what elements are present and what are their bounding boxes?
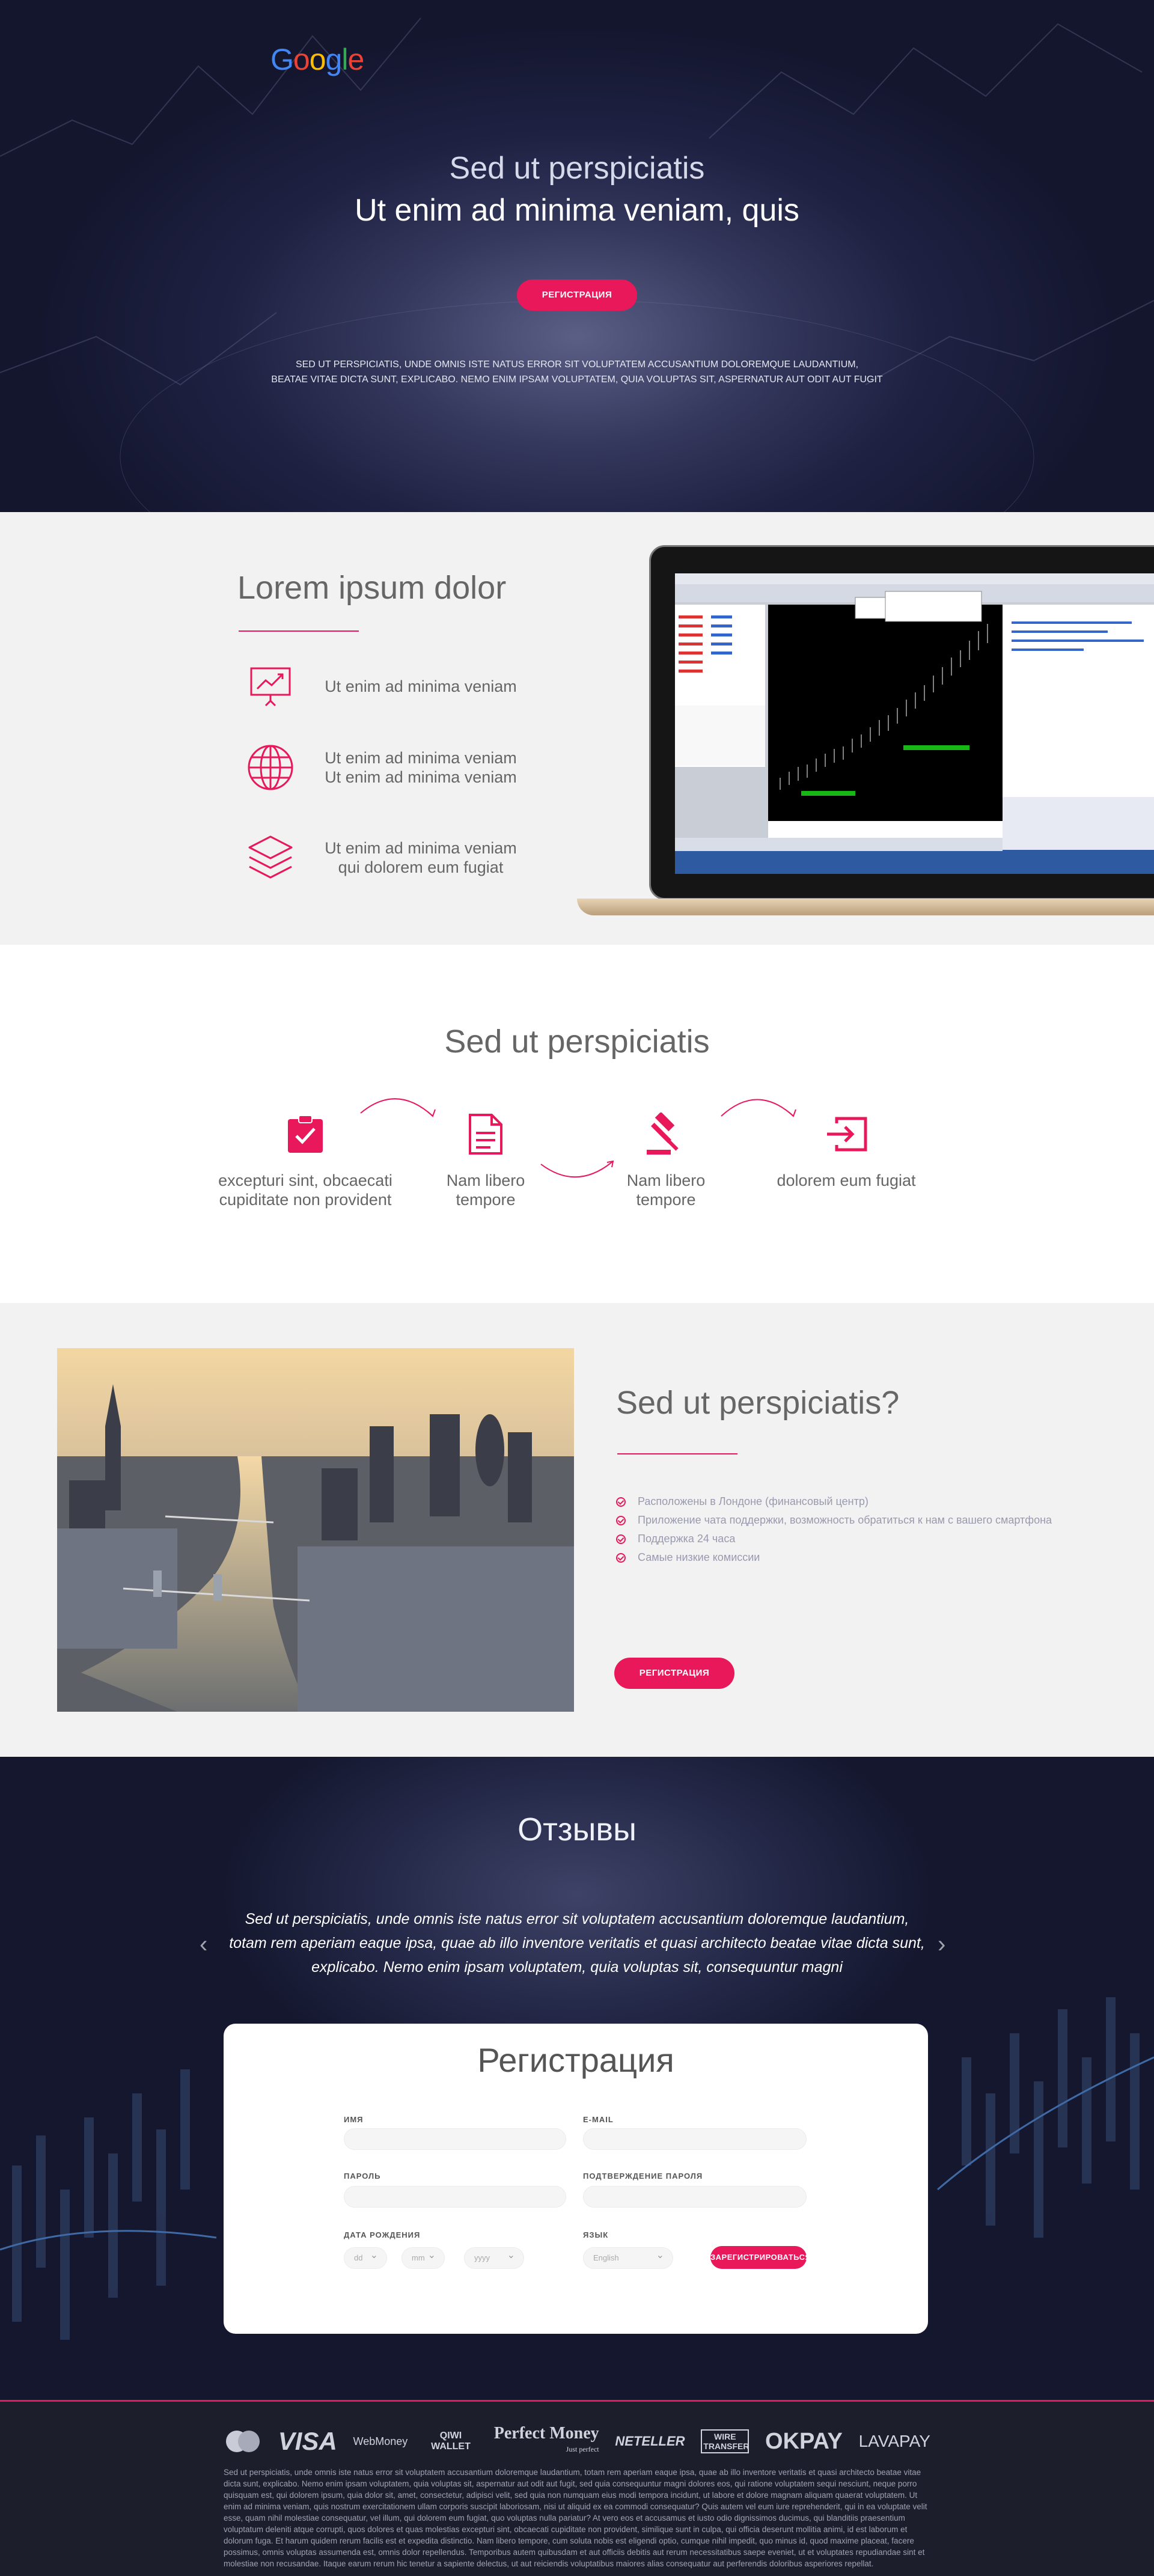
email-label: E-MAIL xyxy=(583,2115,614,2124)
chevron-left-icon[interactable]: ‹ xyxy=(200,1931,207,1958)
laptop-screen xyxy=(649,545,1154,900)
review-quote: Sed ut perspiciatis, unde omnis iste nat… xyxy=(228,1907,926,1979)
qiwi-logo: QIWI WALLET xyxy=(431,2431,471,2452)
password-field[interactable] xyxy=(344,2186,566,2208)
list-item: Приложение чата поддержки, возможность о… xyxy=(616,1511,1052,1530)
feature-text: Ut enim ad minima veniam xyxy=(325,768,517,786)
about-register-button[interactable]: РЕГИСТРАЦИЯ xyxy=(614,1658,734,1689)
feature-item: Ut enim ad minima veniam Ut enim ad mini… xyxy=(243,740,544,795)
features-section: Lorem ipsum dolor Ut enim ad minima veni… xyxy=(0,512,1154,945)
perfect-money-tagline: Just perfect xyxy=(566,2445,599,2453)
perfect-money-text: Perfect Money xyxy=(493,2424,599,2443)
language-select[interactable]: English xyxy=(583,2245,673,2269)
check-circle-icon xyxy=(616,1497,626,1507)
about-divider xyxy=(617,1453,737,1454)
confirm-password-label: ПОДТВЕРЖДЕНИЕ ПАРОЛЯ xyxy=(583,2172,703,2181)
footer-disclaimer: Sed ut perspiciatis, unde omnis iste nat… xyxy=(224,2468,927,2568)
feature-item: Ut enim ad minima veniam xyxy=(243,659,544,713)
hero-section: Google Sed ut perspiciatis Ut enim ad mi… xyxy=(0,0,1154,512)
payment-methods: VISA WebMoney QIWI WALLET Perfect Money … xyxy=(224,2424,930,2457)
mastercard-logo xyxy=(224,2429,262,2453)
chevron-right-icon[interactable]: › xyxy=(938,1931,945,1958)
step-text: tempore xyxy=(636,1191,696,1209)
feature-text: qui dolorem eum fugiat xyxy=(338,858,504,876)
name-field[interactable] xyxy=(344,2128,566,2150)
lavapay-logo: LAVAPAY xyxy=(858,2432,930,2450)
london-aerial-photo xyxy=(57,1348,574,1712)
hero-description-line-2: BEATAE VITAE DICTA SUNT, EXPLICABO. NEMO… xyxy=(271,374,883,385)
review-quote-line: Sed ut perspiciatis, unde omnis iste nat… xyxy=(245,1911,909,1927)
check-circle-icon xyxy=(616,1552,626,1563)
neteller-logo: NETELLER xyxy=(615,2434,685,2449)
hero-background-lines xyxy=(0,17,1154,512)
name-label: ИМЯ xyxy=(344,2115,364,2124)
feature-text: Ut enim ad minima veniam xyxy=(325,749,517,767)
email-field[interactable] xyxy=(583,2128,807,2150)
registration-title: Регистрация xyxy=(477,2041,674,2079)
feature-item: Ut enim ad minima veniam qui dolorem eum… xyxy=(243,831,544,885)
layers-icon xyxy=(243,831,298,885)
list-item: Расположены в Лондоне (финансовый центр) xyxy=(616,1492,1052,1511)
hero-description-line-1: SED UT PERSPICIATIS, UNDE OMNIS ISTE NAT… xyxy=(295,359,859,370)
list-item: Самые низкие комиссии xyxy=(616,1548,1052,1567)
hero-title: Ut enim ad minima veniam, quis xyxy=(355,193,799,228)
footer-section: VISA WebMoney QIWI WALLET Perfect Money … xyxy=(0,2400,1154,2576)
list-item: Поддержка 24 часа xyxy=(616,1530,1052,1548)
about-section: Sed ut perspiciatis? Расположены в Лондо… xyxy=(0,1303,1154,1757)
language-label: ЯЗЫК xyxy=(583,2230,609,2239)
password-label: ПАРОЛЬ xyxy=(344,2172,381,2181)
list-item-text: Расположены в Лондоне (финансовый центр) xyxy=(638,1495,869,1507)
trading-terminal-screenshot xyxy=(675,573,1154,874)
list-item-text: Приложение чата поддержки, возможность о… xyxy=(638,1514,1052,1526)
feature-text: Ut enim ad minima veniam xyxy=(325,677,517,695)
hero-description: SED UT PERSPICIATIS, UNDE OMNIS ISTE NAT… xyxy=(228,357,926,387)
about-benefits-list: Расположены в Лондоне (финансовый центр)… xyxy=(616,1492,1052,1567)
step-text: dolorem eum fugiat xyxy=(777,1171,916,1189)
check-circle-icon xyxy=(616,1515,626,1525)
laptop-mockup xyxy=(577,545,1154,918)
laptop-base xyxy=(577,899,1154,915)
reviews-section: Отзывы ‹ › Sed ut perspiciatis, unde omn… xyxy=(0,1757,1154,2400)
review-quote-line: totam rem aperiam eaque ipsa, quae ab il… xyxy=(229,1935,925,1952)
login-icon xyxy=(738,1107,954,1161)
steps-section: Sed ut perspiciatis excepturi sint, obca… xyxy=(0,945,1154,1303)
list-item-text: Поддержка 24 часа xyxy=(638,1533,736,1545)
hero-register-button[interactable]: РЕГИСТРАЦИЯ xyxy=(517,279,637,311)
perfect-money-logo: Perfect Money Just perfect xyxy=(493,2424,599,2457)
confirm-password-field[interactable] xyxy=(583,2186,807,2208)
feature-text: Ut enim ad minima veniam xyxy=(325,839,517,857)
about-title: Sed ut perspiciatis? xyxy=(616,1385,900,1421)
google-logo[interactable]: Google xyxy=(270,42,364,77)
dob-label: ДАТА РОЖДЕНИЯ xyxy=(344,2230,421,2239)
wire-transfer-logo: WIRE TRANSFER xyxy=(701,2429,749,2453)
presentation-chart-icon xyxy=(243,659,298,713)
register-submit-button[interactable]: ЗАРЕГИСТРИРОВАТЬСЯ xyxy=(710,2246,811,2269)
visa-logo: VISA xyxy=(278,2427,337,2455)
okpay-logo: OKPAY xyxy=(765,2428,843,2454)
globe-icon xyxy=(243,740,298,795)
check-circle-icon xyxy=(616,1534,626,1544)
reviews-title: Отзывы xyxy=(517,1811,637,1848)
step-item: dolorem eum fugiat xyxy=(738,1107,954,1190)
review-quote-line: explicabo. Nemo enim ipsam voluptatem, q… xyxy=(311,1959,843,1976)
features-title: Lorem ipsum dolor xyxy=(237,570,507,606)
list-item-text: Самые низкие комиссии xyxy=(638,1551,760,1563)
registration-form: Регистрация ИМЯ E-MAIL ПАРОЛЬ ПОДТВЕРЖДЕ… xyxy=(224,2024,928,2334)
dob-day-select[interactable]: dd xyxy=(344,2245,387,2269)
features-divider xyxy=(239,630,359,632)
dob-month-select[interactable]: mm xyxy=(401,2245,445,2269)
dob-year-select[interactable]: yyyy xyxy=(464,2245,524,2269)
webmoney-logo: WebMoney xyxy=(353,2435,408,2447)
hero-subtitle: Sed ut perspiciatis xyxy=(449,151,705,186)
